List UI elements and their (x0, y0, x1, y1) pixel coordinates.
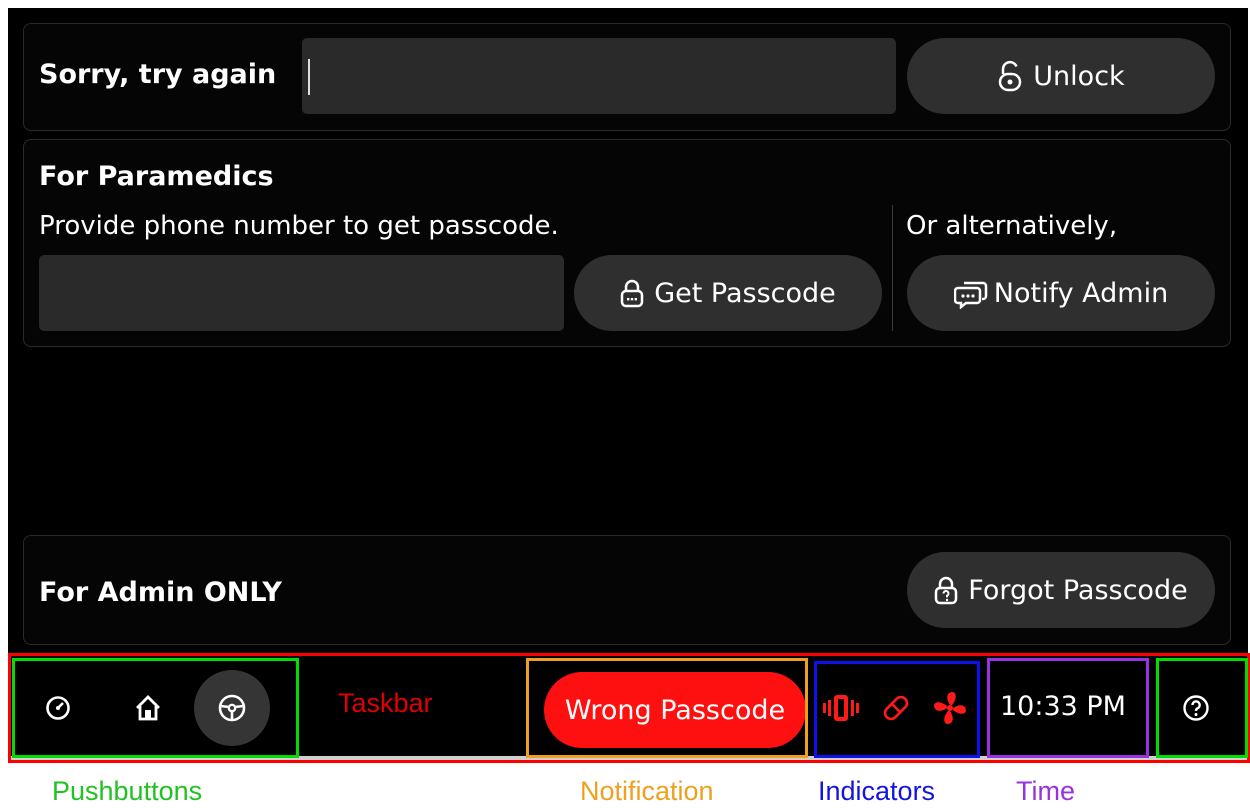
panel-divider (892, 205, 893, 331)
indicators-frame (814, 661, 980, 758)
passcode-input[interactable] (302, 38, 896, 114)
pushbuttons-frame (12, 658, 299, 758)
notify-admin-label: Notify Admin (993, 277, 1169, 309)
forgot-passcode-label: Forgot Passcode (968, 574, 1188, 606)
time-annotation: Time (1016, 776, 1075, 806)
paramedics-heading: For Paramedics (39, 161, 274, 192)
forgot-passcode-button[interactable]: Forgot Passcode (907, 552, 1215, 628)
text-caret (308, 59, 310, 95)
alternative-text: Or alternatively, (906, 211, 1118, 241)
unlock-icon (999, 60, 1022, 92)
paramedics-instruction: Provide phone number to get passcode. (39, 211, 559, 241)
indicators-annotation: Indicators (818, 776, 936, 806)
status-label: Sorry, try again (39, 59, 277, 90)
notification-annotation: Notification (580, 776, 714, 806)
lock-question-icon (935, 576, 958, 605)
help-frame (1156, 658, 1248, 758)
chat-icon (953, 281, 988, 309)
get-passcode-label: Get Passcode (654, 277, 836, 309)
admin-heading: For Admin ONLY (39, 577, 282, 608)
phone-number-input[interactable] (39, 255, 564, 331)
lock-screen: Sorry, try again Unlock For Paramedics P… (8, 8, 1248, 760)
lock-keypad-icon (620, 279, 644, 308)
notify-admin-button[interactable]: Notify Admin (907, 255, 1215, 331)
get-passcode-button[interactable]: Get Passcode (574, 255, 882, 331)
unlock-button-label: Unlock (1033, 60, 1125, 92)
time-frame (987, 658, 1149, 758)
notification-frame (526, 658, 808, 758)
unlock-button[interactable]: Unlock (907, 38, 1215, 114)
pushbuttons-annotation: Pushbuttons (52, 776, 203, 806)
